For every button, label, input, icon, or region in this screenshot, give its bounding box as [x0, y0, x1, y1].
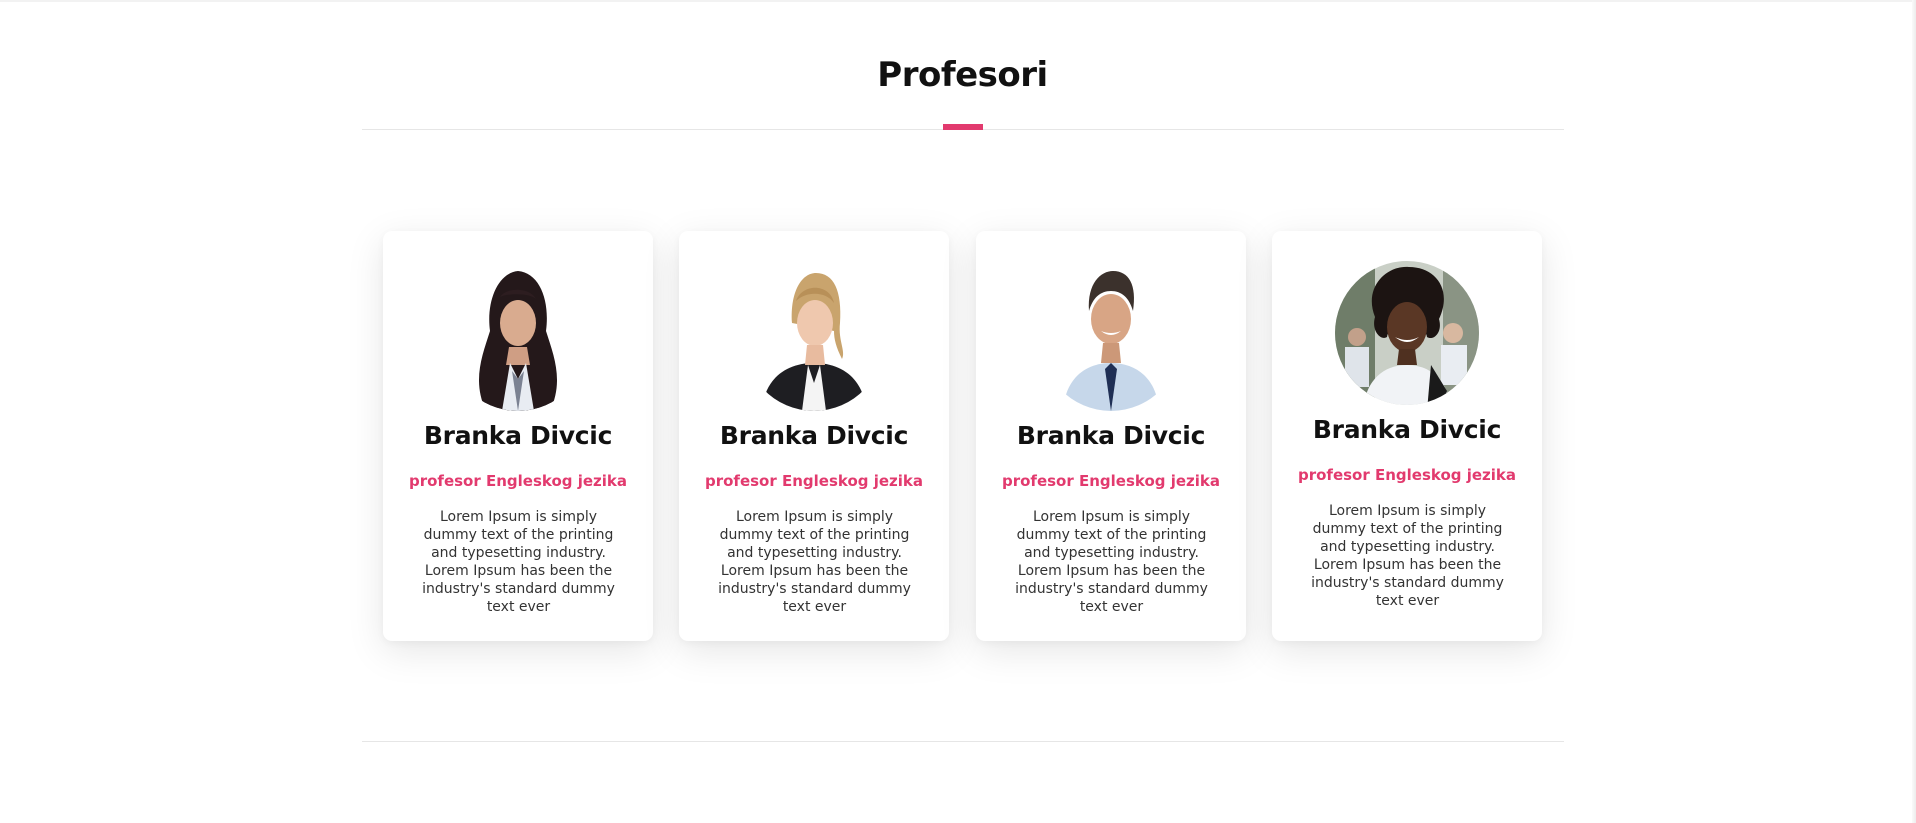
- scrollbar-track[interactable]: [1912, 0, 1916, 823]
- teacher-role: profesor Engleskog jezika: [408, 472, 628, 490]
- teacher-role: profesor Engleskog jezika: [1001, 472, 1221, 490]
- teacher-description: Lorem Ipsum is simply dummy text of the …: [1015, 509, 1208, 615]
- teacher-photo-avatar: [446, 261, 590, 411]
- teacher-card: Branka Divcic profesor Engleskog jezika …: [383, 231, 653, 641]
- teacher-name: Branka Divcic: [719, 421, 909, 450]
- teacher-name: Branka Divcic: [423, 421, 613, 450]
- teacher-role: profesor Engleskog jezika: [1297, 466, 1517, 484]
- section-title: Profesori: [877, 55, 1048, 95]
- teacher-photo-avatar: [742, 261, 886, 411]
- person-photo-icon: [742, 261, 886, 411]
- teacher-card: Branka Divcic profesor Engleskog jezika …: [976, 231, 1246, 641]
- section-bottom-divider: [362, 741, 1564, 742]
- title-accent-bar: [943, 124, 983, 130]
- person-photo-icon: [1335, 261, 1479, 405]
- teacher-card: Branka Divcic profesor Engleskog jezika …: [1272, 231, 1542, 641]
- teacher-role: profesor Engleskog jezika: [704, 472, 924, 490]
- teacher-photo-avatar: [1039, 261, 1183, 411]
- teacher-photo-avatar: [1335, 261, 1479, 405]
- person-photo-icon: [1039, 261, 1183, 411]
- teacher-card: Branka Divcic profesor Engleskog jezika …: [679, 231, 949, 641]
- top-edge-strip: [0, 0, 1916, 2]
- teacher-description: Lorem Ipsum is simply dummy text of the …: [422, 509, 615, 615]
- teacher-description: Lorem Ipsum is simply dummy text of the …: [718, 509, 911, 615]
- person-photo-icon: [446, 261, 590, 411]
- teacher-description: Lorem Ipsum is simply dummy text of the …: [1311, 503, 1504, 609]
- teacher-name: Branka Divcic: [1312, 415, 1502, 444]
- teacher-name: Branka Divcic: [1016, 421, 1206, 450]
